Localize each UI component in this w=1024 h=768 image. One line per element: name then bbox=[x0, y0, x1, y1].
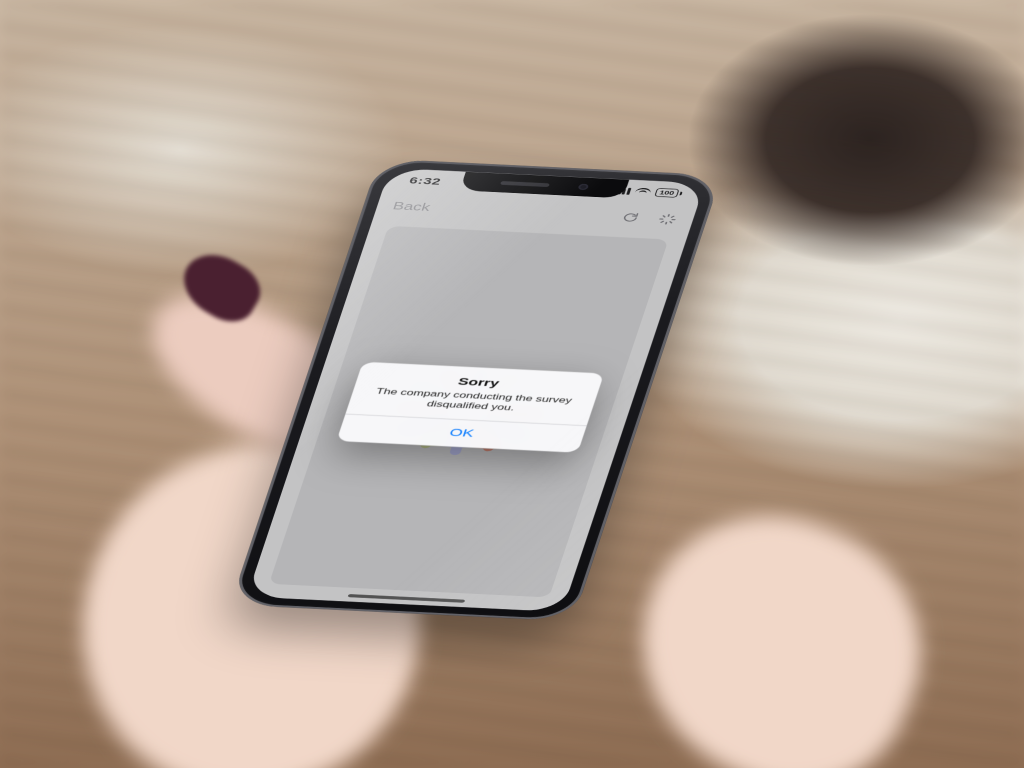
status-time: 6:32 bbox=[408, 175, 443, 187]
speaker-grille bbox=[500, 181, 550, 187]
front-camera bbox=[577, 184, 589, 191]
refresh-icon[interactable] bbox=[619, 211, 643, 224]
photo-background: 6:32 100 Back bbox=[0, 0, 1024, 768]
back-button[interactable]: Back bbox=[391, 200, 432, 214]
phone: 6:32 100 Back bbox=[230, 159, 721, 622]
hand bbox=[601, 477, 958, 768]
wifi-icon bbox=[634, 188, 652, 196]
battery-level: 100 bbox=[654, 188, 679, 198]
loading-icon bbox=[656, 213, 680, 226]
alert-dialog: Sorry The company conducting the survey … bbox=[336, 361, 604, 452]
home-indicator[interactable] bbox=[348, 594, 466, 603]
battery-indicator: 100 bbox=[654, 188, 683, 198]
phone-screen: 6:32 100 Back bbox=[247, 168, 705, 612]
notch bbox=[460, 172, 630, 199]
